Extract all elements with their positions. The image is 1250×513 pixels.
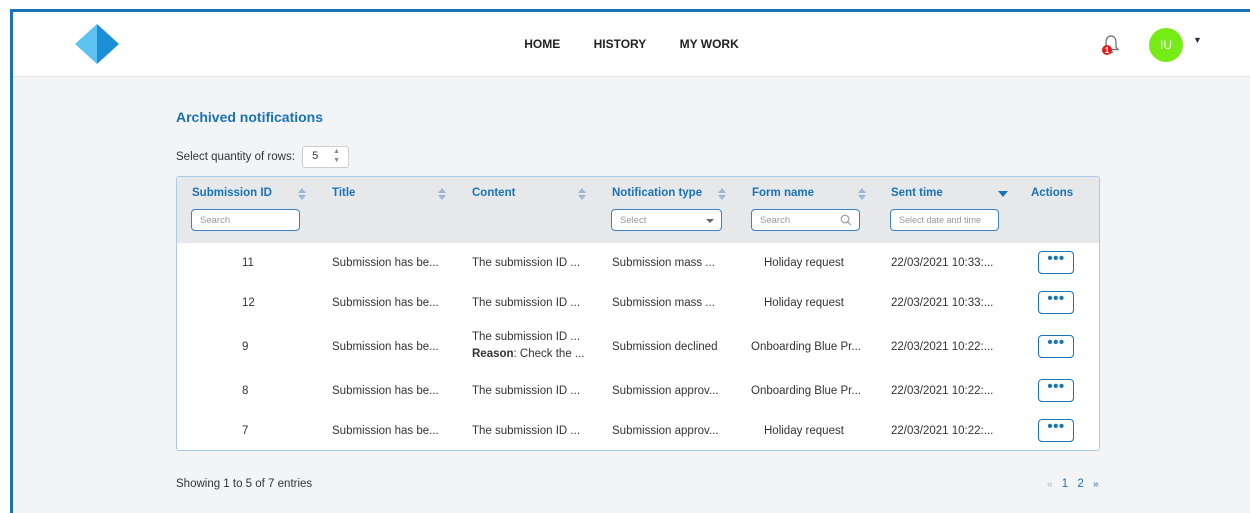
cell-content: The submission ID ... — [472, 425, 581, 437]
more-actions-button[interactable]: ••• — [1038, 379, 1074, 402]
cell-notification-type: Submission mass ... — [612, 297, 715, 309]
cell-content: The submission ID ... — [472, 297, 581, 309]
sort-icon[interactable] — [577, 187, 587, 201]
notification-type-select[interactable]: Select — [611, 209, 722, 231]
cell-content: The submission ID ... — [472, 331, 581, 343]
pagination-page-2[interactable]: 2 — [1077, 478, 1083, 490]
rows-quantity-stepper[interactable]: 5 ▲ ▼ — [302, 146, 350, 168]
cell-sent-time: 22/03/2021 10:22:... — [891, 425, 994, 437]
more-actions-button[interactable]: ••• — [1038, 251, 1074, 274]
notifications-table: Submission ID Title Content Notification… — [176, 176, 1100, 451]
cell-submission-id: 12 — [242, 297, 255, 309]
cell-title: Submission has be... — [332, 257, 439, 269]
top-header: HOME HISTORY MY WORK 1 IU ▼ — [13, 12, 1250, 77]
table-header: Submission ID Title Content Notification… — [177, 177, 1099, 244]
column-header-submission-id[interactable]: Submission ID — [192, 187, 272, 199]
nav-home[interactable]: HOME — [524, 37, 560, 51]
cell-submission-id: 11 — [242, 257, 254, 269]
table-row[interactable]: 7 Submission has be... The submission ID… — [177, 411, 1099, 450]
cell-title: Submission has be... — [332, 425, 439, 437]
cell-content-reason-text: : Check the ... — [513, 348, 585, 360]
cell-sent-time: 22/03/2021 10:22:... — [891, 385, 994, 397]
table-row[interactable]: 9 Submission has be... The submission ID… — [177, 323, 1099, 372]
nav-my-work[interactable]: MY WORK — [680, 37, 739, 51]
table-row[interactable]: 12 Submission has be... The submission I… — [177, 283, 1099, 324]
sort-icon[interactable] — [297, 187, 307, 201]
cell-title: Submission has be... — [332, 297, 439, 309]
pagination-next[interactable]: » — [1093, 479, 1099, 490]
nav-history[interactable]: HISTORY — [594, 37, 647, 51]
table-row[interactable]: 8 Submission has be... The submission ID… — [177, 371, 1099, 412]
column-header-title[interactable]: Title — [332, 187, 355, 199]
stepper-arrows-icon[interactable]: ▲ ▼ — [333, 147, 340, 165]
cell-notification-type: Submission approv... — [612, 385, 719, 397]
cell-form-name: Onboarding Blue Pr... — [751, 385, 861, 397]
cell-title: Submission has be... — [332, 385, 439, 397]
submission-id-search-input[interactable]: Search — [191, 209, 300, 231]
chevron-down-icon — [706, 219, 714, 223]
rows-quantity-label: Select quantity of rows: — [176, 151, 295, 163]
sort-icon[interactable] — [717, 187, 727, 201]
column-header-content[interactable]: Content — [472, 187, 515, 199]
more-icon: ••• — [1047, 418, 1065, 435]
sort-icon[interactable] — [857, 187, 867, 201]
more-icon: ••• — [1047, 334, 1065, 351]
sort-icon[interactable] — [437, 187, 447, 201]
cell-form-name: Holiday request — [764, 297, 844, 309]
column-header-actions: Actions — [1031, 187, 1074, 199]
cell-notification-type: Submission mass ... — [612, 257, 715, 269]
cell-form-name: Holiday request — [764, 257, 844, 269]
chevron-down-icon[interactable]: ▼ — [1193, 35, 1202, 45]
form-name-search-placeholder: Search — [760, 215, 791, 226]
sent-time-date-picker[interactable]: Select date and time — [890, 209, 999, 231]
cell-sent-time: 22/03/2021 10:33:... — [891, 257, 994, 269]
notification-type-select-value: Select — [620, 215, 647, 226]
cell-form-name: Holiday request — [764, 425, 844, 437]
cell-submission-id: 7 — [242, 425, 249, 437]
rows-quantity-control: Select quantity of rows: 5 ▲ ▼ — [176, 146, 350, 168]
column-header-notification-type[interactable]: Notification type — [612, 187, 702, 199]
table-row[interactable]: 11 Submission has be... The submission I… — [177, 243, 1099, 284]
bell-icon[interactable]: 1 — [1101, 34, 1121, 56]
column-header-form-name[interactable]: Form name — [752, 187, 814, 199]
cell-notification-type: Submission declined — [612, 341, 718, 353]
page-title: Archived notifications — [176, 109, 324, 125]
pagination-page-1[interactable]: 1 — [1062, 478, 1068, 490]
accent-border-left — [10, 9, 13, 513]
cell-notification-type: Submission approv... — [612, 425, 719, 437]
window-frame-left — [0, 9, 10, 513]
search-icon — [840, 214, 852, 226]
more-icon: ••• — [1047, 378, 1065, 395]
more-icon: ••• — [1047, 250, 1065, 267]
main-nav: HOME HISTORY MY WORK — [13, 37, 1250, 51]
cell-form-name: Onboarding Blue Pr... — [751, 341, 861, 353]
rows-quantity-value: 5 — [312, 150, 319, 162]
more-icon: ••• — [1047, 290, 1065, 307]
cell-content: The submission ID ... — [472, 385, 581, 397]
pagination: « 1 2 » — [1044, 478, 1102, 490]
more-actions-button[interactable]: ••• — [1038, 335, 1074, 358]
cell-sent-time: 22/03/2021 10:22:... — [891, 341, 994, 353]
more-actions-button[interactable]: ••• — [1038, 291, 1074, 314]
pagination-prev[interactable]: « — [1047, 479, 1053, 490]
cell-content-reason-label: Reason — [472, 348, 514, 360]
sort-desc-icon[interactable] — [998, 189, 1008, 203]
table-info-text: Showing 1 to 5 of 7 entries — [176, 478, 313, 490]
cell-submission-id: 9 — [242, 341, 249, 353]
more-actions-button[interactable]: ••• — [1038, 419, 1074, 442]
cell-sent-time: 22/03/2021 10:33:... — [891, 297, 994, 309]
cell-title: Submission has be... — [332, 341, 439, 353]
user-avatar[interactable]: IU — [1149, 28, 1183, 62]
cell-content: The submission ID ... — [472, 257, 581, 269]
column-header-sent-time[interactable]: Sent time — [891, 187, 943, 199]
notification-badge-count: 1 — [1105, 46, 1110, 55]
cell-content-reason: Reason: Check the ... — [472, 348, 585, 360]
window-frame-top — [0, 0, 1250, 9]
form-name-search-input[interactable]: Search — [751, 209, 860, 231]
cell-submission-id: 8 — [242, 385, 249, 397]
